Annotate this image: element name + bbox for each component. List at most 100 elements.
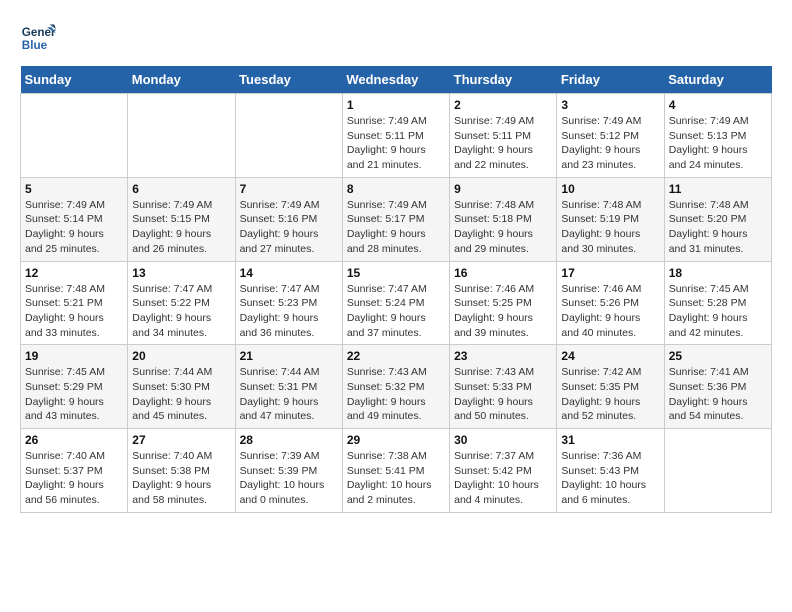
calendar-cell: 17 Sunrise: 7:46 AM Sunset: 5:26 PM Dayli… [557,261,664,345]
day-info: Sunrise: 7:49 AM Sunset: 5:13 PM Dayligh… [669,114,767,173]
day-number: 17 [561,266,659,280]
calendar-cell: 29 Sunrise: 7:38 AM Sunset: 5:41 PM Dayli… [342,429,449,513]
calendar-cell: 9Sunrise: 7:48 AM Sunset: 5:18 PM Daylig… [450,177,557,261]
calendar-week-row: 26Sunrise: 7:40 AM Sunset: 5:37 PM Dayli… [21,429,772,513]
calendar-cell: 26Sunrise: 7:40 AM Sunset: 5:37 PM Dayli… [21,429,128,513]
day-info: Sunrise: 7:49 AM Sunset: 5:11 PM Dayligh… [347,114,445,173]
day-info: Sunrise: 7:49 AM Sunset: 5:16 PM Dayligh… [240,198,338,257]
day-info: Sunrise: 7:48 AM Sunset: 5:19 PM Dayligh… [561,198,659,257]
calendar-cell: 1 Sunrise: 7:49 AM Sunset: 5:11 PM Daylig… [342,94,449,178]
weekday-header-sunday: Sunday [21,66,128,94]
calendar-cell: 20 Sunrise: 7:44 AM Sunset: 5:30 PM Dayli… [128,345,235,429]
weekday-header-friday: Friday [557,66,664,94]
calendar-table: SundayMondayTuesdayWednesdayThursdayFrid… [20,66,772,513]
day-info: Sunrise: 7:49 AM Sunset: 5:11 PM Dayligh… [454,114,552,173]
day-number: 8 [347,182,445,196]
day-info: Sunrise: 7:43 AM Sunset: 5:33 PM Dayligh… [454,365,552,424]
day-info: Sunrise: 7:49 AM Sunset: 5:17 PM Dayligh… [347,198,445,257]
day-number: 3 [561,98,659,112]
calendar-cell: 11Sunrise: 7:48 AM Sunset: 5:20 PM Dayli… [664,177,771,261]
calendar-cell: 15 Sunrise: 7:47 AM Sunset: 5:24 PM Dayli… [342,261,449,345]
day-info: Sunrise: 7:45 AM Sunset: 5:29 PM Dayligh… [25,365,123,424]
weekday-header-wednesday: Wednesday [342,66,449,94]
calendar-cell: 18Sunrise: 7:45 AM Sunset: 5:28 PM Dayli… [664,261,771,345]
calendar-cell: 2 Sunrise: 7:49 AM Sunset: 5:11 PM Daylig… [450,94,557,178]
day-number: 22 [347,349,445,363]
calendar-cell: 3 Sunrise: 7:49 AM Sunset: 5:12 PM Daylig… [557,94,664,178]
calendar-cell: 25 Sunrise: 7:41 AM Sunset: 5:36 PM Dayli… [664,345,771,429]
day-number: 23 [454,349,552,363]
calendar-cell [21,94,128,178]
weekday-header-row: SundayMondayTuesdayWednesdayThursdayFrid… [21,66,772,94]
calendar-cell: 27 Sunrise: 7:40 AM Sunset: 5:38 PM Dayli… [128,429,235,513]
day-info: Sunrise: 7:39 AM Sunset: 5:39 PM Dayligh… [240,449,338,508]
day-number: 29 [347,433,445,447]
day-info: Sunrise: 7:44 AM Sunset: 5:30 PM Dayligh… [132,365,230,424]
day-number: 31 [561,433,659,447]
calendar-cell: 31 Sunrise: 7:36 AM Sunset: 5:43 PM Dayli… [557,429,664,513]
calendar-cell: 13 Sunrise: 7:47 AM Sunset: 5:22 PM Dayli… [128,261,235,345]
day-number: 24 [561,349,659,363]
weekday-header-saturday: Saturday [664,66,771,94]
calendar-cell: 16 Sunrise: 7:46 AM Sunset: 5:25 PM Dayli… [450,261,557,345]
day-number: 30 [454,433,552,447]
day-info: Sunrise: 7:48 AM Sunset: 5:21 PM Dayligh… [25,282,123,341]
day-info: Sunrise: 7:43 AM Sunset: 5:32 PM Dayligh… [347,365,445,424]
weekday-header-thursday: Thursday [450,66,557,94]
day-number: 27 [132,433,230,447]
calendar-cell: 19 Sunrise: 7:45 AM Sunset: 5:29 PM Dayli… [21,345,128,429]
day-number: 19 [25,349,123,363]
svg-text:Blue: Blue [22,39,48,52]
day-info: Sunrise: 7:42 AM Sunset: 5:35 PM Dayligh… [561,365,659,424]
calendar-cell: 21Sunrise: 7:44 AM Sunset: 5:31 PM Dayli… [235,345,342,429]
day-number: 10 [561,182,659,196]
calendar-cell: 6 Sunrise: 7:49 AM Sunset: 5:15 PM Daylig… [128,177,235,261]
day-number: 16 [454,266,552,280]
weekday-header-monday: Monday [128,66,235,94]
calendar-cell: 7 Sunrise: 7:49 AM Sunset: 5:16 PM Daylig… [235,177,342,261]
calendar-cell [128,94,235,178]
day-info: Sunrise: 7:47 AM Sunset: 5:23 PM Dayligh… [240,282,338,341]
day-info: Sunrise: 7:46 AM Sunset: 5:25 PM Dayligh… [454,282,552,341]
day-info: Sunrise: 7:40 AM Sunset: 5:38 PM Dayligh… [132,449,230,508]
calendar-cell: 30 Sunrise: 7:37 AM Sunset: 5:42 PM Dayli… [450,429,557,513]
day-info: Sunrise: 7:49 AM Sunset: 5:12 PM Dayligh… [561,114,659,173]
calendar-week-row: 1 Sunrise: 7:49 AM Sunset: 5:11 PM Daylig… [21,94,772,178]
day-number: 20 [132,349,230,363]
day-info: Sunrise: 7:38 AM Sunset: 5:41 PM Dayligh… [347,449,445,508]
day-info: Sunrise: 7:37 AM Sunset: 5:42 PM Dayligh… [454,449,552,508]
calendar-cell: 4 Sunrise: 7:49 AM Sunset: 5:13 PM Daylig… [664,94,771,178]
day-number: 7 [240,182,338,196]
day-number: 15 [347,266,445,280]
day-info: Sunrise: 7:47 AM Sunset: 5:22 PM Dayligh… [132,282,230,341]
calendar-cell: 23 Sunrise: 7:43 AM Sunset: 5:33 PM Dayli… [450,345,557,429]
day-number: 1 [347,98,445,112]
day-info: Sunrise: 7:44 AM Sunset: 5:31 PM Dayligh… [240,365,338,424]
calendar-cell: 10 Sunrise: 7:48 AM Sunset: 5:19 PM Dayli… [557,177,664,261]
weekday-header-tuesday: Tuesday [235,66,342,94]
day-info: Sunrise: 7:47 AM Sunset: 5:24 PM Dayligh… [347,282,445,341]
calendar-cell [235,94,342,178]
calendar-cell: 22 Sunrise: 7:43 AM Sunset: 5:32 PM Dayli… [342,345,449,429]
logo: General Blue [20,20,56,56]
day-info: Sunrise: 7:41 AM Sunset: 5:36 PM Dayligh… [669,365,767,424]
day-info: Sunrise: 7:48 AM Sunset: 5:18 PM Dayligh… [454,198,552,257]
day-number: 6 [132,182,230,196]
day-number: 2 [454,98,552,112]
day-number: 12 [25,266,123,280]
day-info: Sunrise: 7:46 AM Sunset: 5:26 PM Dayligh… [561,282,659,341]
calendar-cell: 24 Sunrise: 7:42 AM Sunset: 5:35 PM Dayli… [557,345,664,429]
header: General Blue [20,20,772,56]
calendar-cell: 14 Sunrise: 7:47 AM Sunset: 5:23 PM Dayli… [235,261,342,345]
calendar-cell [664,429,771,513]
calendar-week-row: 19 Sunrise: 7:45 AM Sunset: 5:29 PM Dayli… [21,345,772,429]
day-number: 11 [669,182,767,196]
day-info: Sunrise: 7:45 AM Sunset: 5:28 PM Dayligh… [669,282,767,341]
day-info: Sunrise: 7:36 AM Sunset: 5:43 PM Dayligh… [561,449,659,508]
day-number: 4 [669,98,767,112]
day-number: 28 [240,433,338,447]
day-number: 25 [669,349,767,363]
day-info: Sunrise: 7:49 AM Sunset: 5:15 PM Dayligh… [132,198,230,257]
day-number: 13 [132,266,230,280]
day-number: 14 [240,266,338,280]
